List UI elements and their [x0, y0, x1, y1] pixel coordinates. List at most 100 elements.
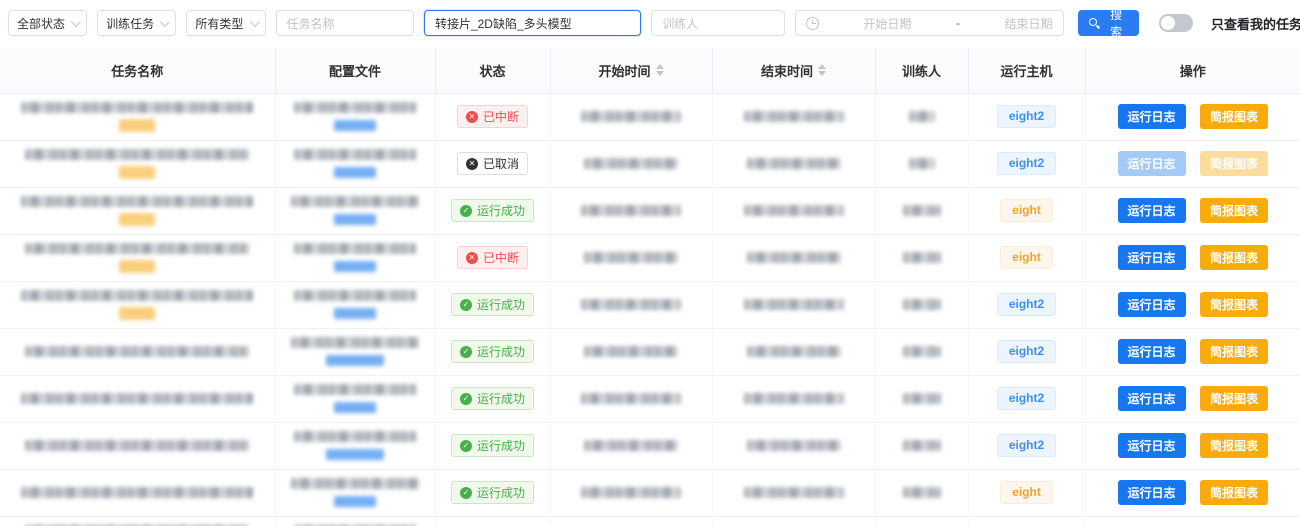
config-link[interactable]: [334, 308, 376, 319]
run-log-button[interactable]: 运行日志: [1118, 386, 1186, 411]
task-tag: [119, 119, 155, 132]
date-separator: -: [956, 16, 960, 30]
task-name-input[interactable]: 任务名称: [276, 10, 414, 36]
status-cell: ✕ 已中断: [435, 234, 550, 281]
blurred-task-name: [25, 346, 249, 357]
task-name-cell: [0, 328, 275, 375]
sort-start-time-icon[interactable]: [656, 64, 664, 76]
trainer-cell: [875, 234, 968, 281]
status-cell: ✓ 运行成功: [435, 281, 550, 328]
trainer-cell: [875, 422, 968, 469]
blurred-end-time: [747, 252, 841, 263]
table-row: ✓ 运行成功 eight2 运行日志 简报图表: [0, 422, 1300, 469]
config-link[interactable]: [334, 120, 376, 131]
status-filter-select[interactable]: 全部状态: [8, 10, 87, 36]
report-chart-button[interactable]: 简报图表: [1200, 198, 1268, 223]
host-tag: eight2: [997, 293, 1056, 316]
run-log-button[interactable]: 运行日志: [1118, 339, 1186, 364]
run-log-button[interactable]: 运行日志: [1118, 198, 1186, 223]
table-header-row: 任务名称 配置文件 状态 开始时间 结束时间 训练人 运行主机 操作: [0, 48, 1300, 93]
run-log-button[interactable]: 运行日志: [1118, 104, 1186, 129]
status-label: 运行成功: [477, 202, 525, 219]
host-cell: eight2: [968, 516, 1085, 526]
actions-cell: 运行日志 简报图表: [1085, 187, 1300, 234]
start-time-cell: [550, 93, 712, 140]
task-name-cell: [0, 516, 275, 526]
report-chart-button[interactable]: 简报图表: [1200, 292, 1268, 317]
table-row: ✓ 运行成功 eight2 运行日志 简报图表: [0, 375, 1300, 422]
blurred-task-name: [25, 440, 249, 451]
actions-cell: 运行日志 简报图表: [1085, 93, 1300, 140]
status-cell: ✕ 已中断: [435, 93, 550, 140]
trainer-input[interactable]: 训练人: [651, 10, 785, 36]
col-header-start-time: 开始时间: [550, 48, 712, 93]
run-log-button[interactable]: 运行日志: [1118, 480, 1186, 505]
status-cell: ✓ 运行成功: [435, 469, 550, 516]
actions-cell: 运行日志 简报图表: [1085, 234, 1300, 281]
blurred-end-time: [744, 111, 844, 122]
training-task-page: 全部状态 训练任务 所有类型 任务名称 转接片_2D缺陷_多头模型 训练人 开始…: [0, 0, 1300, 526]
blurred-end-time: [744, 205, 844, 216]
config-link[interactable]: [334, 261, 376, 272]
chevron-down-icon: [249, 17, 259, 27]
config-link[interactable]: [326, 355, 384, 366]
my-tasks-toggle[interactable]: [1159, 14, 1193, 32]
report-chart-button[interactable]: 简报图表: [1200, 104, 1268, 129]
date-range-picker[interactable]: 开始日期 - 结束日期: [795, 10, 1064, 36]
host-tag: eight2: [997, 105, 1056, 128]
host-cell: eight2: [968, 375, 1085, 422]
status-label: 已取消: [483, 155, 519, 172]
all-types-filter-select[interactable]: 所有类型: [186, 10, 265, 36]
run-log-button[interactable]: 运行日志: [1118, 151, 1186, 176]
config-file-cell: [275, 375, 435, 422]
task-name-cell: [0, 422, 275, 469]
config-link[interactable]: [326, 449, 384, 460]
status-badge: ✓ 运行成功: [451, 340, 534, 363]
start-time-cell: [550, 328, 712, 375]
report-chart-button[interactable]: 简报图表: [1200, 433, 1268, 458]
config-link[interactable]: [334, 496, 376, 507]
blurred-end-time: [744, 487, 844, 498]
run-log-button[interactable]: 运行日志: [1118, 292, 1186, 317]
report-chart-button[interactable]: 简报图表: [1200, 339, 1268, 364]
model-name-input-focused[interactable]: 转接片_2D缺陷_多头模型: [424, 10, 641, 36]
status-icon: ✓: [460, 440, 472, 452]
filter-bar: 全部状态 训练任务 所有类型 任务名称 转接片_2D缺陷_多头模型 训练人 开始…: [8, 10, 1300, 36]
actions-cell: 运行日志 简报图表: [1085, 469, 1300, 516]
sort-end-time-icon[interactable]: [818, 64, 826, 76]
status-icon: ✓: [460, 346, 472, 358]
report-chart-button[interactable]: 简报图表: [1200, 386, 1268, 411]
host-cell: eight2: [968, 422, 1085, 469]
status-filter-value: 全部状态: [17, 15, 65, 32]
chevron-down-icon: [160, 17, 170, 27]
report-chart-button[interactable]: 简报图表: [1200, 480, 1268, 505]
status-label: 运行成功: [477, 343, 525, 360]
col-header-actions: 操作: [1085, 48, 1300, 93]
task-name-cell: [0, 234, 275, 281]
end-time-cell: [712, 375, 875, 422]
blurred-config-name: [291, 196, 419, 207]
task-type-filter-select[interactable]: 训练任务: [97, 10, 176, 36]
host-tag: eight: [1000, 199, 1053, 222]
blurred-start-time: [581, 111, 681, 122]
config-link[interactable]: [334, 214, 376, 225]
config-link[interactable]: [334, 167, 376, 178]
host-cell: eight: [968, 187, 1085, 234]
status-badge: ✓ 运行成功: [451, 293, 534, 316]
run-log-button[interactable]: 运行日志: [1118, 245, 1186, 270]
task-tag: [119, 213, 155, 226]
blurred-trainer: [903, 393, 941, 404]
blurred-end-time: [744, 299, 844, 310]
report-chart-button[interactable]: 简报图表: [1200, 151, 1268, 176]
status-cell: ✓ 运行成功: [435, 187, 550, 234]
task-tag: [119, 260, 155, 273]
col-header-end-time: 结束时间: [712, 48, 875, 93]
config-file-cell: [275, 140, 435, 187]
config-link[interactable]: [334, 402, 376, 413]
run-log-button[interactable]: 运行日志: [1118, 433, 1186, 458]
host-tag: eight2: [997, 387, 1056, 410]
report-chart-button[interactable]: 简报图表: [1200, 245, 1268, 270]
table-row: ✓ 运行成功 eight 运行日志 简报图表: [0, 187, 1300, 234]
blurred-config-name: [294, 243, 416, 254]
search-button[interactable]: 搜索: [1078, 10, 1139, 36]
